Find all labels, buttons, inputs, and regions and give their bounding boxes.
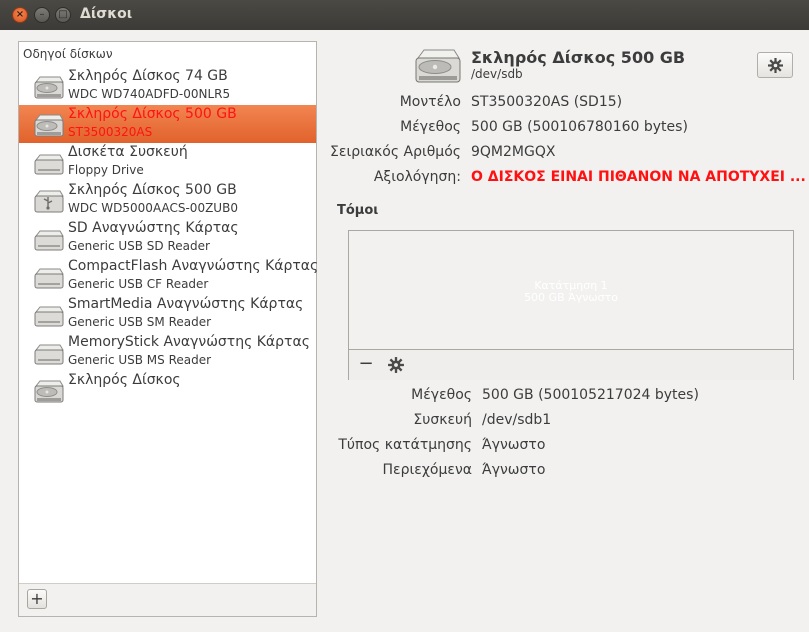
maximize-button[interactable]: □ — [55, 7, 71, 23]
sidebar-item-name: SmartMedia Αναγνώστης Κάρτας — [68, 296, 304, 312]
sidebar-item-disk-74gb[interactable]: Σκληρός Δίσκος 74 GB WDC WD740ADFD-00NLR… — [19, 67, 316, 105]
hard-disk-icon — [34, 114, 64, 137]
volumes-panel: Κατάτμηση 1 500 GB Άγνωστο − — [348, 230, 794, 380]
drive-settings-button[interactable] — [757, 52, 793, 78]
sidebar-item-usb-disk[interactable]: Σκληρός Δίσκος 500 GB WDC WD5000AACS-00Z… — [19, 181, 316, 219]
sidebar-item-name: Σκληρός Δίσκος 74 GB — [68, 68, 228, 84]
volume-device-label: Συσκευή — [413, 412, 472, 428]
contents-value: Άγνωστο — [482, 462, 546, 478]
volume-size-label: Μέγεθος — [411, 387, 472, 403]
sidebar-item-ms-reader[interactable]: MemoryStick Αναγνώστης Κάρτας Generic US… — [19, 333, 316, 371]
sidebar-item-model: Generic USB MS Reader — [68, 353, 212, 367]
sidebar-item-name: SD Αναγνώστης Κάρτας — [68, 220, 239, 236]
partition-size: 500 GB Άγνωστο — [524, 291, 618, 304]
sidebar-item-model: Generic USB CF Reader — [68, 277, 209, 291]
sidebar-toolbar: + — [19, 583, 316, 616]
drive-title: Σκληρός Δίσκος 500 GB — [471, 48, 686, 67]
partition-map[interactable]: Κατάτμηση 1 500 GB Άγνωστο — [349, 231, 793, 349]
sidebar-item-model: ST3500320AS — [68, 125, 153, 139]
partition-type-value: Άγνωστο — [482, 437, 546, 453]
sidebar-item-name: MemoryStick Αναγνώστης Κάρτας — [68, 334, 310, 350]
close-button[interactable]: × — [12, 7, 28, 23]
remove-partition-button[interactable]: − — [357, 354, 375, 374]
add-button[interactable]: + — [27, 589, 47, 609]
sidebar-item-model: WDC WD740ADFD-00NLR5 — [68, 87, 231, 101]
sidebar-item-sm-reader[interactable]: SmartMedia Αναγνώστης Κάρτας Generic USB… — [19, 295, 316, 333]
hard-disk-icon — [34, 380, 64, 403]
volumes-heading: Τόμοι — [337, 203, 379, 218]
assessment-warning[interactable]: Ο ΔΙΣΚΟΣ ΕΙΝΑΙ ΠΙΘΑΝΟΝ ΝΑ ΑΠΟΤΥΧΕΙ ... — [471, 169, 806, 185]
gear-icon — [768, 58, 783, 73]
assessment-label: Αξιολόγηση: — [373, 169, 461, 185]
drives-sidebar: Οδηγοί δίσκων Σκληρός Δίσκος 74 GB WDC W… — [18, 41, 319, 617]
card-reader-icon — [34, 268, 64, 289]
contents-label: Περιεχόμενα — [382, 462, 472, 478]
sidebar-item-name: Σκληρός Δίσκος 500 GB — [68, 106, 237, 122]
usb-disk-icon — [34, 190, 64, 213]
volume-device-value: /dev/sdb1 — [482, 412, 552, 428]
sidebar-item-name: Δισκέτα Συσκευή — [68, 144, 188, 160]
model-label: Μοντέλο — [399, 94, 461, 110]
window-title: Δίσκοι — [80, 6, 133, 22]
hard-disk-icon — [34, 76, 64, 99]
gear-icon[interactable] — [387, 356, 405, 374]
card-reader-icon — [34, 344, 64, 365]
sidebar-item-model: Generic USB SD Reader — [68, 239, 210, 253]
sidebar-item-disk-500gb[interactable]: Σκληρός Δίσκος 500 GB ST3500320AS — [19, 105, 316, 143]
sidebar-item-floppy[interactable]: Δισκέτα Συσκευή Floppy Drive — [19, 143, 316, 181]
sidebar-item-model: Generic USB SM Reader — [68, 315, 212, 329]
volumes-toolbar: − — [349, 349, 793, 380]
disks-window: × – □ Δίσκοι Οδηγοί δίσκων Σκληρός Δίσκο… — [0, 0, 809, 632]
sidebar-header: Οδηγοί δίσκων — [23, 47, 113, 61]
sidebar-item-name: Σκληρός Δίσκος 500 GB — [68, 182, 237, 198]
sidebar-item-name: Σκληρός Δίσκος — [68, 372, 181, 388]
hard-disk-icon — [415, 49, 461, 83]
title-bar[interactable]: × – □ Δίσκοι — [0, 0, 809, 30]
serial-value: 9QM2MGQX — [471, 144, 556, 160]
model-value: ST3500320AS (SD15) — [471, 94, 623, 110]
size-value: 500 GB (500106780160 bytes) — [471, 119, 688, 135]
serial-label: Σειριακός Αριθμός — [330, 144, 461, 160]
minimize-button[interactable]: – — [34, 7, 50, 23]
partition-type-label: Τύπος κατάτμησης — [338, 437, 472, 453]
sidebar-item-model: Floppy Drive — [68, 163, 144, 177]
sidebar-item-name: CompactFlash Αναγνώστης Κάρτας — [68, 258, 319, 274]
card-reader-icon — [34, 306, 64, 327]
drive-device-path: /dev/sdb — [471, 67, 523, 81]
volume-size-value: 500 GB (500105217024 bytes) — [482, 387, 699, 403]
size-label: Μέγεθος — [400, 119, 461, 135]
card-reader-icon — [34, 230, 64, 251]
sidebar-item-cf-reader[interactable]: CompactFlash Αναγνώστης Κάρτας Generic U… — [19, 257, 319, 295]
sidebar-item-sd-reader[interactable]: SD Αναγνώστης Κάρτας Generic USB SD Read… — [19, 219, 316, 257]
sidebar-item-model: WDC WD5000AACS-00ZUB0 — [68, 201, 238, 215]
sidebar-item-hard-disk[interactable]: Σκληρός Δίσκος — [19, 371, 316, 409]
floppy-drive-icon — [34, 154, 64, 175]
